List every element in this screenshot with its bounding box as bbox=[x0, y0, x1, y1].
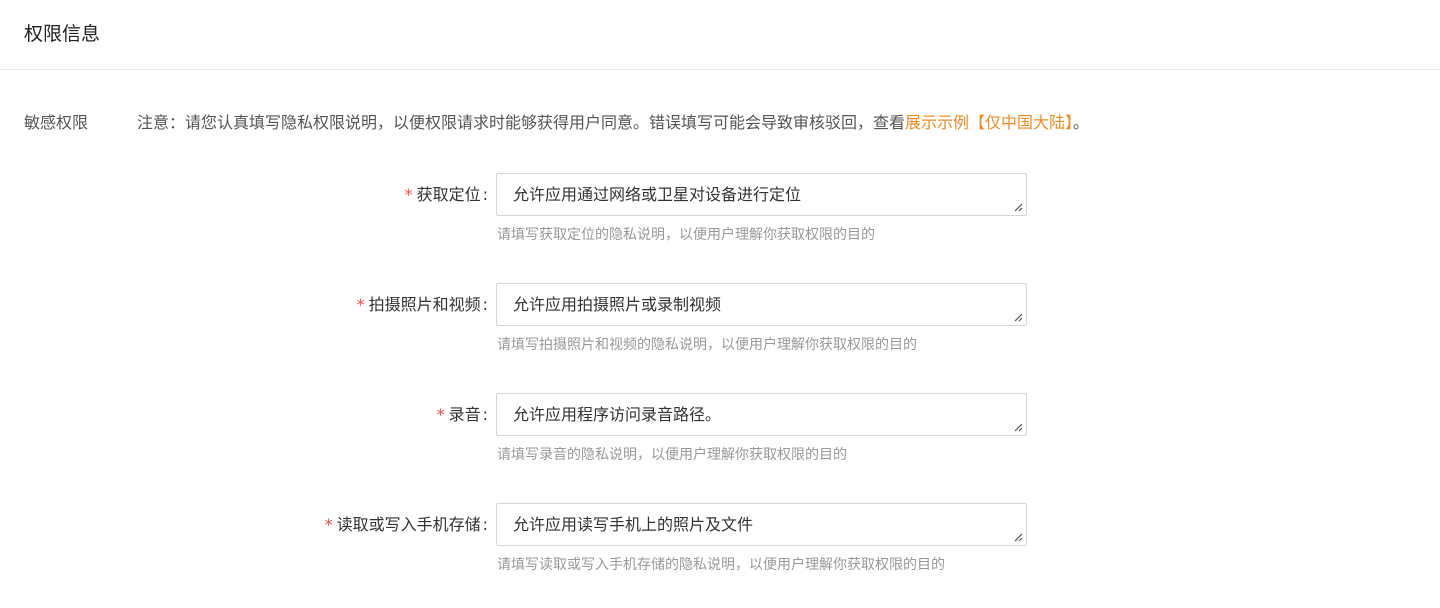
required-mark: * bbox=[324, 515, 333, 534]
location-textarea[interactable]: 允许应用通过网络或卫星对设备进行定位 bbox=[497, 174, 1026, 215]
location-textarea-box: 允许应用通过网络或卫星对设备进行定位 bbox=[496, 173, 1027, 216]
camera-textarea-box: 允许应用拍摄照片或录制视频 bbox=[496, 283, 1027, 326]
sensitive-permissions-label: 敏感权限 bbox=[24, 113, 89, 132]
microphone-textarea-box: 允许应用程序访问录音路径。 bbox=[496, 393, 1027, 436]
field-label-location: * 获取定位: bbox=[405, 183, 488, 207]
resize-handle-icon[interactable] bbox=[1013, 422, 1023, 432]
field-label-colon: : bbox=[482, 185, 488, 204]
field-label-colon: : bbox=[482, 515, 488, 534]
required-mark: * bbox=[404, 185, 413, 204]
notice-text: 注意：请您认真填写隐私权限说明，以便权限请求时能够获得用户同意。错误填写可能会导… bbox=[137, 113, 906, 132]
field-hint-storage: 请填写读取或写入手机存储的隐私说明，以便用户理解你获取权限的目的 bbox=[497, 557, 945, 573]
field-label-text: 拍摄照片和视频 bbox=[368, 295, 481, 314]
field-label-camera: * 拍摄照片和视频: bbox=[357, 293, 488, 317]
section-header: 权限信息 bbox=[0, 0, 1440, 70]
permission-notice: 注意：请您认真填写隐私权限说明，以便权限请求时能够获得用户同意。错误填写可能会导… bbox=[137, 110, 1089, 136]
field-hint-camera: 请填写拍摄照片和视频的隐私说明，以便用户理解你获取权限的目的 bbox=[497, 337, 917, 353]
field-label-storage: * 读取或写入手机存储: bbox=[325, 513, 488, 537]
resize-handle-icon[interactable] bbox=[1013, 312, 1023, 322]
form-row-camera: * 拍摄照片和视频: 允许应用拍摄照片或录制视频 请填写拍摄照片和视频的隐私说明，… bbox=[0, 283, 1440, 363]
resize-handle-icon[interactable] bbox=[1013, 532, 1023, 542]
field-label-text: 获取定位 bbox=[416, 185, 481, 204]
field-label-text: 读取或写入手机存储 bbox=[336, 515, 481, 534]
storage-textarea[interactable]: 允许应用读写手机上的照片及文件 bbox=[497, 504, 1026, 545]
form-row-microphone: * 录音: 允许应用程序访问录音路径。 请填写录音的隐私说明，以便用户理解你获取权… bbox=[0, 393, 1440, 473]
camera-textarea[interactable]: 允许应用拍摄照片或录制视频 bbox=[497, 284, 1026, 325]
notice-end: 。 bbox=[1073, 113, 1090, 132]
field-hint-location: 请填写获取定位的隐私说明，以便用户理解你获取权限的目的 bbox=[497, 227, 875, 243]
field-label-colon: : bbox=[482, 295, 488, 314]
required-mark: * bbox=[436, 405, 445, 424]
resize-handle-icon[interactable] bbox=[1013, 202, 1023, 212]
page-title: 权限信息 bbox=[24, 23, 101, 45]
field-label-colon: : bbox=[482, 405, 488, 424]
form-row-location: * 获取定位: 允许应用通过网络或卫星对设备进行定位 请填写获取定位的隐私说明，以… bbox=[0, 173, 1440, 253]
example-link[interactable]: 展示示例【仅中国大陆】 bbox=[905, 113, 1073, 132]
field-label-text: 录音 bbox=[448, 405, 481, 424]
field-hint-microphone: 请填写录音的隐私说明，以便用户理解你获取权限的目的 bbox=[497, 447, 847, 463]
form-row-storage: * 读取或写入手机存储: 允许应用读写手机上的照片及文件 请填写读取或写入手机存储… bbox=[0, 503, 1440, 583]
field-label-microphone: * 录音: bbox=[437, 403, 488, 427]
microphone-textarea[interactable]: 允许应用程序访问录音路径。 bbox=[497, 394, 1026, 435]
required-mark: * bbox=[356, 295, 365, 314]
storage-textarea-box: 允许应用读写手机上的照片及文件 bbox=[496, 503, 1027, 546]
